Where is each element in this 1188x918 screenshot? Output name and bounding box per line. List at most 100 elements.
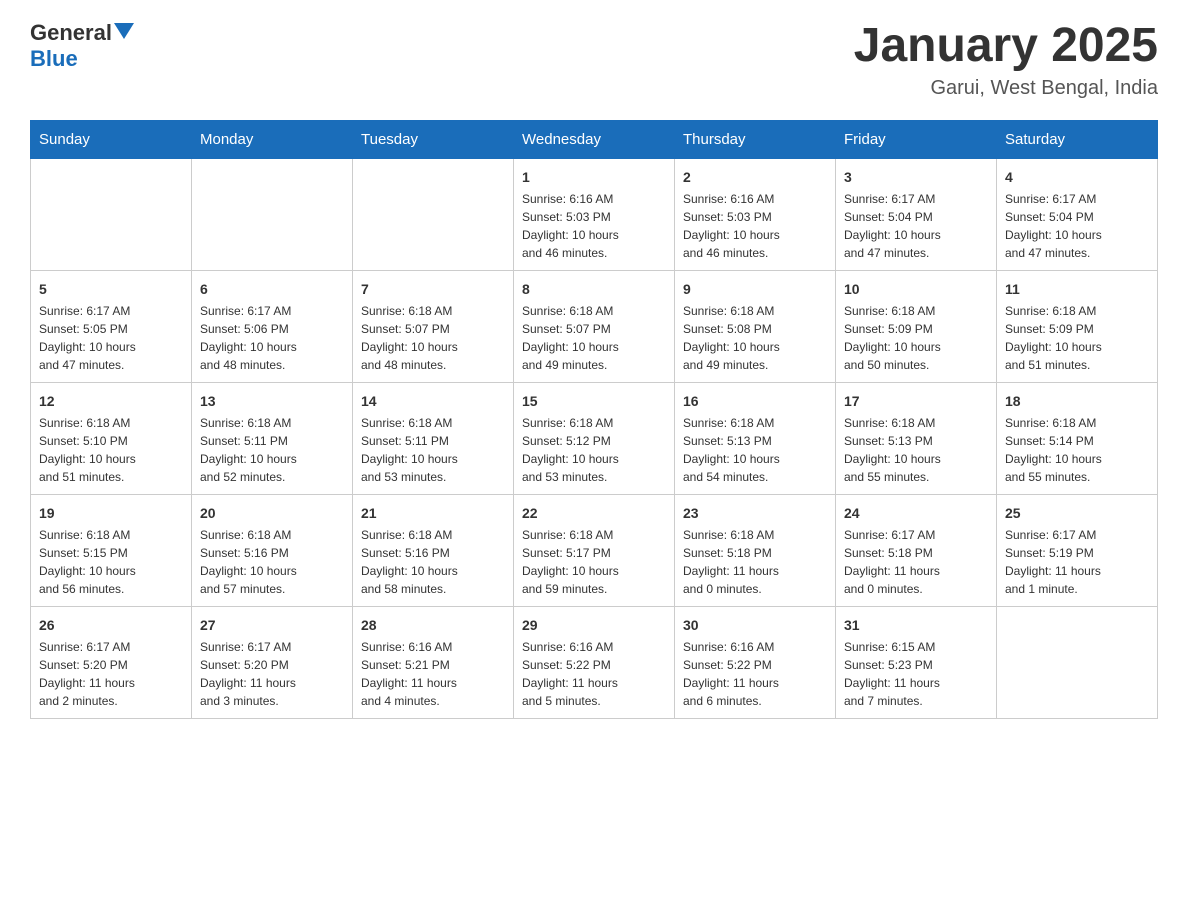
day-info: Sunrise: 6:18 AM Sunset: 5:11 PM Dayligh… (200, 414, 344, 486)
day-info: Sunrise: 6:18 AM Sunset: 5:11 PM Dayligh… (361, 414, 505, 486)
calendar-cell: 21Sunrise: 6:18 AM Sunset: 5:16 PM Dayli… (353, 494, 514, 606)
day-info: Sunrise: 6:18 AM Sunset: 5:15 PM Dayligh… (39, 526, 183, 598)
day-info: Sunrise: 6:18 AM Sunset: 5:13 PM Dayligh… (844, 414, 988, 486)
logo-blue-text: Blue (30, 46, 78, 72)
day-number: 8 (522, 279, 666, 300)
day-info: Sunrise: 6:18 AM Sunset: 5:10 PM Dayligh… (39, 414, 183, 486)
day-number: 18 (1005, 391, 1149, 412)
calendar-cell: 4Sunrise: 6:17 AM Sunset: 5:04 PM Daylig… (997, 158, 1158, 270)
calendar-week-1: 1Sunrise: 6:16 AM Sunset: 5:03 PM Daylig… (31, 158, 1158, 270)
day-info: Sunrise: 6:18 AM Sunset: 5:08 PM Dayligh… (683, 302, 827, 374)
calendar-cell: 13Sunrise: 6:18 AM Sunset: 5:11 PM Dayli… (192, 382, 353, 494)
day-info: Sunrise: 6:15 AM Sunset: 5:23 PM Dayligh… (844, 638, 988, 710)
calendar-cell: 15Sunrise: 6:18 AM Sunset: 5:12 PM Dayli… (514, 382, 675, 494)
day-number: 15 (522, 391, 666, 412)
title-section: January 2025 Garui, West Bengal, India (854, 20, 1158, 100)
day-number: 1 (522, 167, 666, 188)
day-info: Sunrise: 6:16 AM Sunset: 5:21 PM Dayligh… (361, 638, 505, 710)
column-header-sunday: Sunday (31, 120, 192, 158)
day-info: Sunrise: 6:17 AM Sunset: 5:20 PM Dayligh… (200, 638, 344, 710)
day-info: Sunrise: 6:17 AM Sunset: 5:20 PM Dayligh… (39, 638, 183, 710)
calendar-cell: 26Sunrise: 6:17 AM Sunset: 5:20 PM Dayli… (31, 606, 192, 718)
logo: General Blue (30, 20, 134, 72)
day-number: 11 (1005, 279, 1149, 300)
day-number: 29 (522, 615, 666, 636)
day-info: Sunrise: 6:18 AM Sunset: 5:09 PM Dayligh… (844, 302, 988, 374)
calendar-cell: 10Sunrise: 6:18 AM Sunset: 5:09 PM Dayli… (836, 270, 997, 382)
calendar-body: 1Sunrise: 6:16 AM Sunset: 5:03 PM Daylig… (31, 158, 1158, 718)
calendar-cell: 23Sunrise: 6:18 AM Sunset: 5:18 PM Dayli… (675, 494, 836, 606)
column-header-wednesday: Wednesday (514, 120, 675, 158)
calendar-cell: 1Sunrise: 6:16 AM Sunset: 5:03 PM Daylig… (514, 158, 675, 270)
day-info: Sunrise: 6:16 AM Sunset: 5:22 PM Dayligh… (683, 638, 827, 710)
calendar-week-5: 26Sunrise: 6:17 AM Sunset: 5:20 PM Dayli… (31, 606, 1158, 718)
day-info: Sunrise: 6:17 AM Sunset: 5:04 PM Dayligh… (1005, 190, 1149, 262)
day-number: 10 (844, 279, 988, 300)
calendar-cell: 24Sunrise: 6:17 AM Sunset: 5:18 PM Dayli… (836, 494, 997, 606)
calendar-cell: 29Sunrise: 6:16 AM Sunset: 5:22 PM Dayli… (514, 606, 675, 718)
column-header-saturday: Saturday (997, 120, 1158, 158)
day-number: 5 (39, 279, 183, 300)
day-info: Sunrise: 6:16 AM Sunset: 5:22 PM Dayligh… (522, 638, 666, 710)
calendar-cell: 27Sunrise: 6:17 AM Sunset: 5:20 PM Dayli… (192, 606, 353, 718)
day-info: Sunrise: 6:16 AM Sunset: 5:03 PM Dayligh… (683, 190, 827, 262)
calendar-cell: 18Sunrise: 6:18 AM Sunset: 5:14 PM Dayli… (997, 382, 1158, 494)
day-number: 20 (200, 503, 344, 524)
day-info: Sunrise: 6:18 AM Sunset: 5:14 PM Dayligh… (1005, 414, 1149, 486)
day-info: Sunrise: 6:17 AM Sunset: 5:18 PM Dayligh… (844, 526, 988, 598)
day-number: 2 (683, 167, 827, 188)
calendar-cell (353, 158, 514, 270)
calendar-cell: 2Sunrise: 6:16 AM Sunset: 5:03 PM Daylig… (675, 158, 836, 270)
page-header: General Blue January 2025 Garui, West Be… (30, 20, 1158, 100)
calendar-cell: 6Sunrise: 6:17 AM Sunset: 5:06 PM Daylig… (192, 270, 353, 382)
calendar-cell (192, 158, 353, 270)
day-info: Sunrise: 6:18 AM Sunset: 5:18 PM Dayligh… (683, 526, 827, 598)
day-number: 16 (683, 391, 827, 412)
calendar-cell: 8Sunrise: 6:18 AM Sunset: 5:07 PM Daylig… (514, 270, 675, 382)
calendar-cell: 25Sunrise: 6:17 AM Sunset: 5:19 PM Dayli… (997, 494, 1158, 606)
calendar-cell: 5Sunrise: 6:17 AM Sunset: 5:05 PM Daylig… (31, 270, 192, 382)
day-info: Sunrise: 6:17 AM Sunset: 5:06 PM Dayligh… (200, 302, 344, 374)
calendar-table: SundayMondayTuesdayWednesdayThursdayFrid… (30, 120, 1158, 719)
day-number: 13 (200, 391, 344, 412)
page-subtitle: Garui, West Bengal, India (854, 77, 1158, 100)
header-row: SundayMondayTuesdayWednesdayThursdayFrid… (31, 120, 1158, 158)
calendar-cell: 30Sunrise: 6:16 AM Sunset: 5:22 PM Dayli… (675, 606, 836, 718)
column-header-monday: Monday (192, 120, 353, 158)
calendar-cell: 17Sunrise: 6:18 AM Sunset: 5:13 PM Dayli… (836, 382, 997, 494)
day-info: Sunrise: 6:18 AM Sunset: 5:13 PM Dayligh… (683, 414, 827, 486)
calendar-week-3: 12Sunrise: 6:18 AM Sunset: 5:10 PM Dayli… (31, 382, 1158, 494)
calendar-cell: 12Sunrise: 6:18 AM Sunset: 5:10 PM Dayli… (31, 382, 192, 494)
calendar-header: SundayMondayTuesdayWednesdayThursdayFrid… (31, 120, 1158, 158)
calendar-cell: 28Sunrise: 6:16 AM Sunset: 5:21 PM Dayli… (353, 606, 514, 718)
day-number: 25 (1005, 503, 1149, 524)
day-info: Sunrise: 6:18 AM Sunset: 5:09 PM Dayligh… (1005, 302, 1149, 374)
column-header-thursday: Thursday (675, 120, 836, 158)
calendar-cell: 11Sunrise: 6:18 AM Sunset: 5:09 PM Dayli… (997, 270, 1158, 382)
day-number: 23 (683, 503, 827, 524)
day-number: 7 (361, 279, 505, 300)
day-number: 9 (683, 279, 827, 300)
column-header-friday: Friday (836, 120, 997, 158)
day-number: 27 (200, 615, 344, 636)
day-info: Sunrise: 6:18 AM Sunset: 5:12 PM Dayligh… (522, 414, 666, 486)
calendar-cell: 3Sunrise: 6:17 AM Sunset: 5:04 PM Daylig… (836, 158, 997, 270)
calendar-cell: 22Sunrise: 6:18 AM Sunset: 5:17 PM Dayli… (514, 494, 675, 606)
calendar-cell: 19Sunrise: 6:18 AM Sunset: 5:15 PM Dayli… (31, 494, 192, 606)
day-number: 4 (1005, 167, 1149, 188)
day-number: 14 (361, 391, 505, 412)
logo-general-text: General (30, 20, 112, 46)
day-number: 19 (39, 503, 183, 524)
day-number: 31 (844, 615, 988, 636)
day-info: Sunrise: 6:18 AM Sunset: 5:16 PM Dayligh… (361, 526, 505, 598)
calendar-week-2: 5Sunrise: 6:17 AM Sunset: 5:05 PM Daylig… (31, 270, 1158, 382)
day-info: Sunrise: 6:16 AM Sunset: 5:03 PM Dayligh… (522, 190, 666, 262)
day-number: 6 (200, 279, 344, 300)
page-title: January 2025 (854, 20, 1158, 73)
day-number: 30 (683, 615, 827, 636)
calendar-cell: 14Sunrise: 6:18 AM Sunset: 5:11 PM Dayli… (353, 382, 514, 494)
calendar-cell (31, 158, 192, 270)
logo-text: General (30, 20, 134, 46)
day-number: 21 (361, 503, 505, 524)
day-info: Sunrise: 6:18 AM Sunset: 5:07 PM Dayligh… (361, 302, 505, 374)
